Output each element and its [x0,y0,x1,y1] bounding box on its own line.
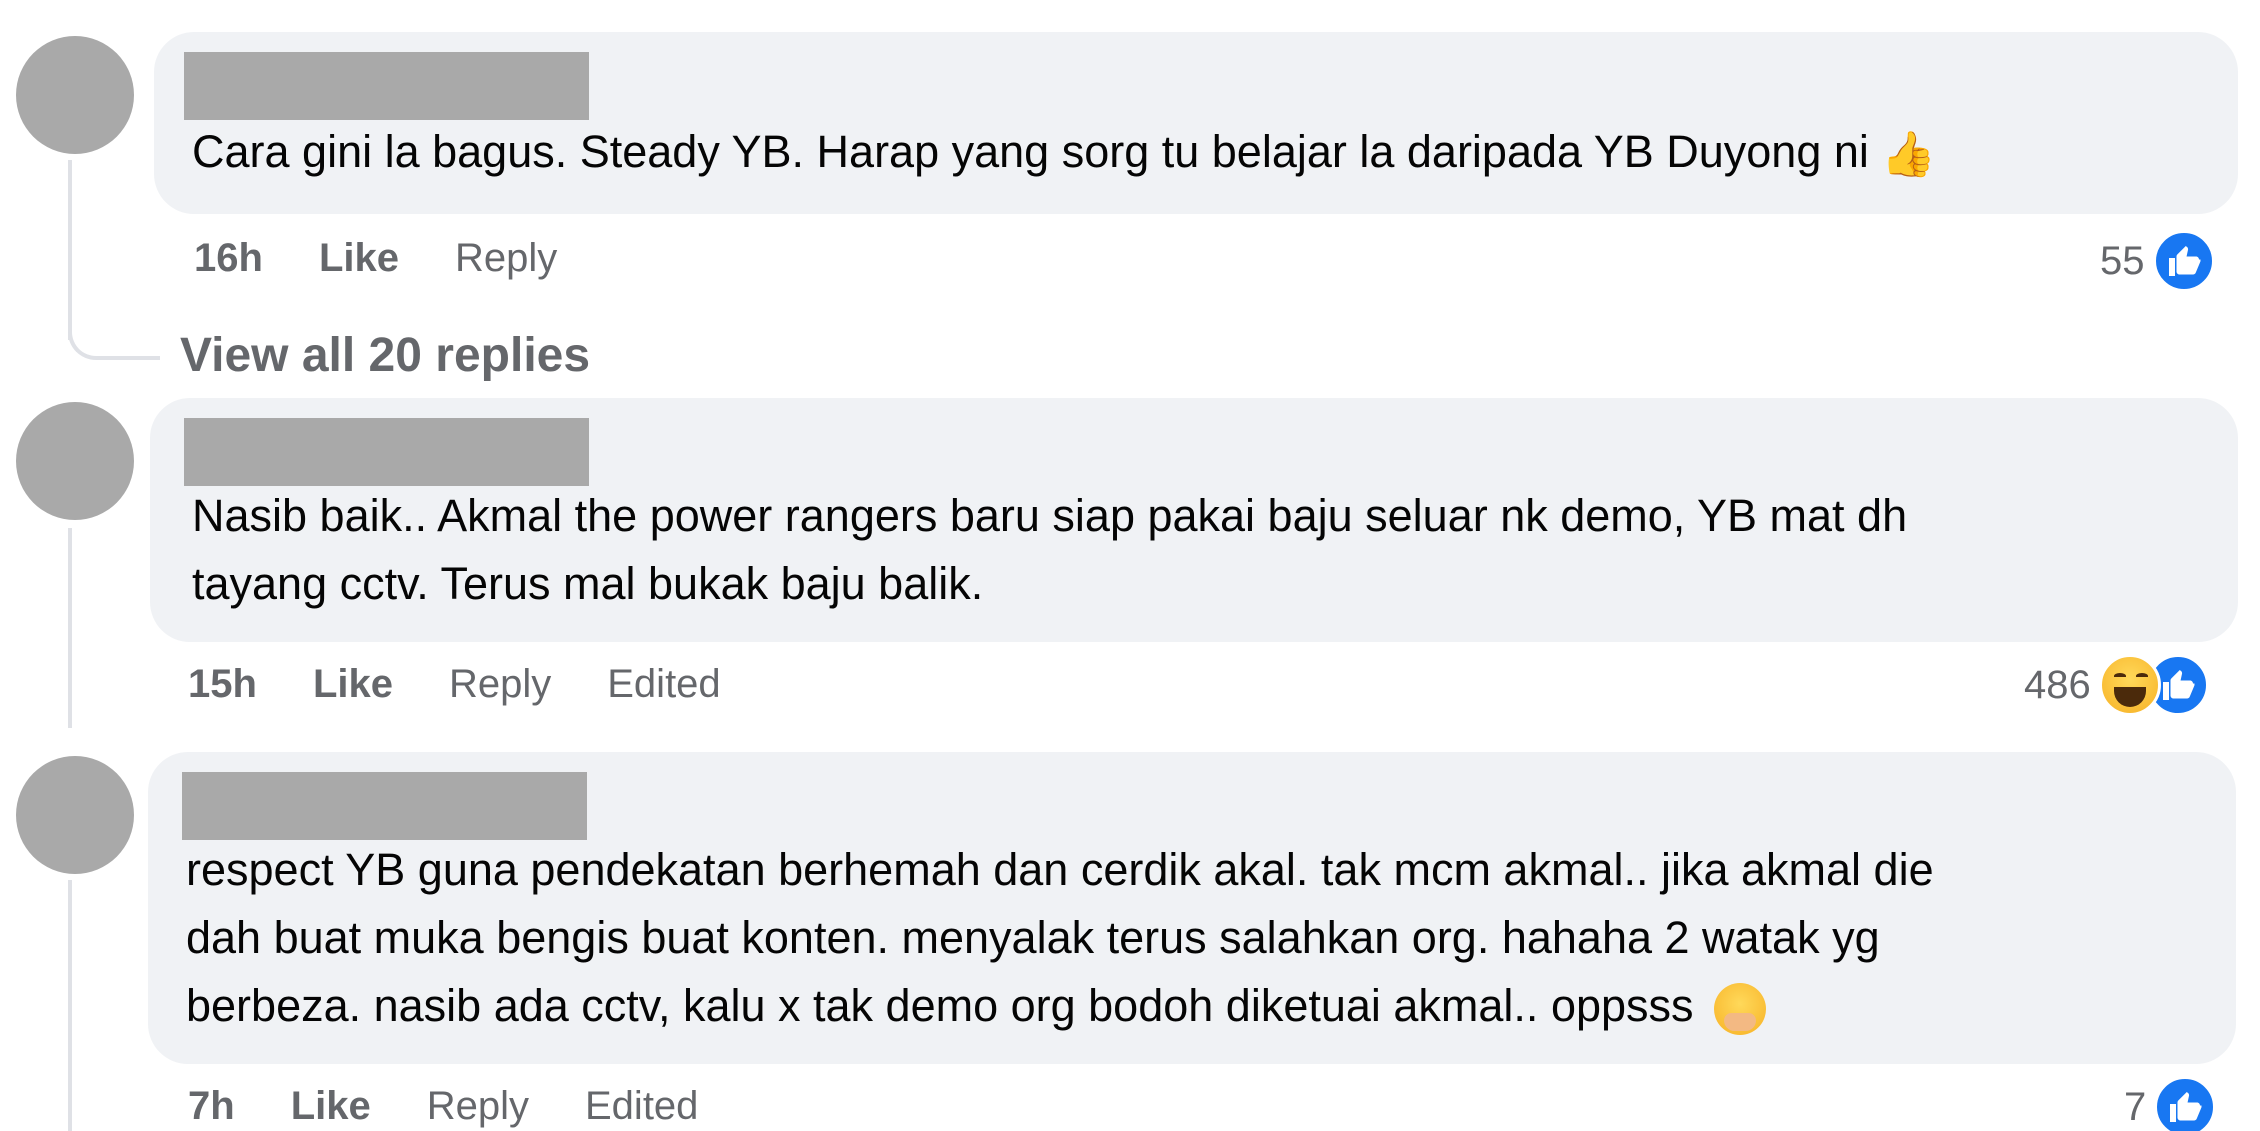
reaction-count: 7 [2124,1084,2147,1129]
reply-button[interactable]: Reply [427,1084,529,1129]
avatar[interactable] [16,756,134,874]
thread-line [68,160,72,340]
reaction-count: 55 [2100,238,2145,283]
comment-bubble: Nasib baik.. Akmal the power rangers bar… [150,398,2238,642]
comment-text: Cara gini la bagus. Steady YB. Harap yan… [192,118,1936,189]
reaction-count: 486 [2024,662,2091,707]
author-name-redacted[interactable] [184,418,589,486]
comment-bubble: Cara gini la bagus. Steady YB. Harap yan… [154,32,2238,214]
haha-reaction-icon [2098,654,2161,716]
avatar[interactable] [16,402,134,520]
comment-text-line: berbeza. nasib ada cctv, kalu x tak demo… [186,980,1694,1031]
thread-line [68,880,72,1131]
comment-text: respect YB guna pendekatan berhemah dan … [186,836,1934,1040]
edited-label[interactable]: Edited [585,1084,698,1129]
thread-connector [68,320,160,360]
comment-actions: 7h Like Reply Edited [188,1084,698,1129]
like-reaction-icon [2154,1076,2217,1131]
reaction-summary[interactable]: 486 [2024,654,2209,716]
edited-label[interactable]: Edited [607,662,720,707]
comment-actions: 16h Like Reply [194,236,557,281]
like-reaction-icon [2152,230,2215,292]
comment-bubble: respect YB guna pendekatan berhemah dan … [148,752,2236,1064]
view-replies-link[interactable]: View all 20 replies [180,328,590,383]
reaction-summary[interactable]: 55 [2100,230,2215,292]
author-name-redacted[interactable] [184,52,589,120]
comment-text: Nasib baik.. Akmal the power rangers bar… [192,482,1907,618]
comment-time[interactable]: 15h [188,662,257,707]
author-name-redacted[interactable] [182,772,587,840]
like-button[interactable]: Like [313,662,393,707]
comment-actions: 15h Like Reply Edited [188,662,721,707]
comment-time[interactable]: 16h [194,236,263,281]
reply-button[interactable]: Reply [455,236,557,281]
thumbs-up-icon: 👍 [1881,130,1937,180]
comment-text-line: Nasib baik.. Akmal the power rangers bar… [192,490,1908,541]
like-button[interactable]: Like [319,236,399,281]
reaction-summary[interactable]: 7 [2124,1076,2217,1131]
comment-text-line: Cara gini la bagus. Steady YB. Harap yan… [192,126,1869,177]
reply-button[interactable]: Reply [449,662,551,707]
thread-line [68,528,72,728]
hand-over-mouth-icon [1714,983,1767,1036]
comment-time[interactable]: 7h [188,1084,235,1129]
comment-text-line: dah buat muka bengis buat konten. menyal… [186,912,1880,963]
comment-text-line: respect YB guna pendekatan berhemah dan … [186,844,1934,895]
like-button[interactable]: Like [291,1084,371,1129]
avatar[interactable] [16,36,134,154]
comment-text-line: tayang cctv. Terus mal bukak baju balik. [192,558,984,609]
